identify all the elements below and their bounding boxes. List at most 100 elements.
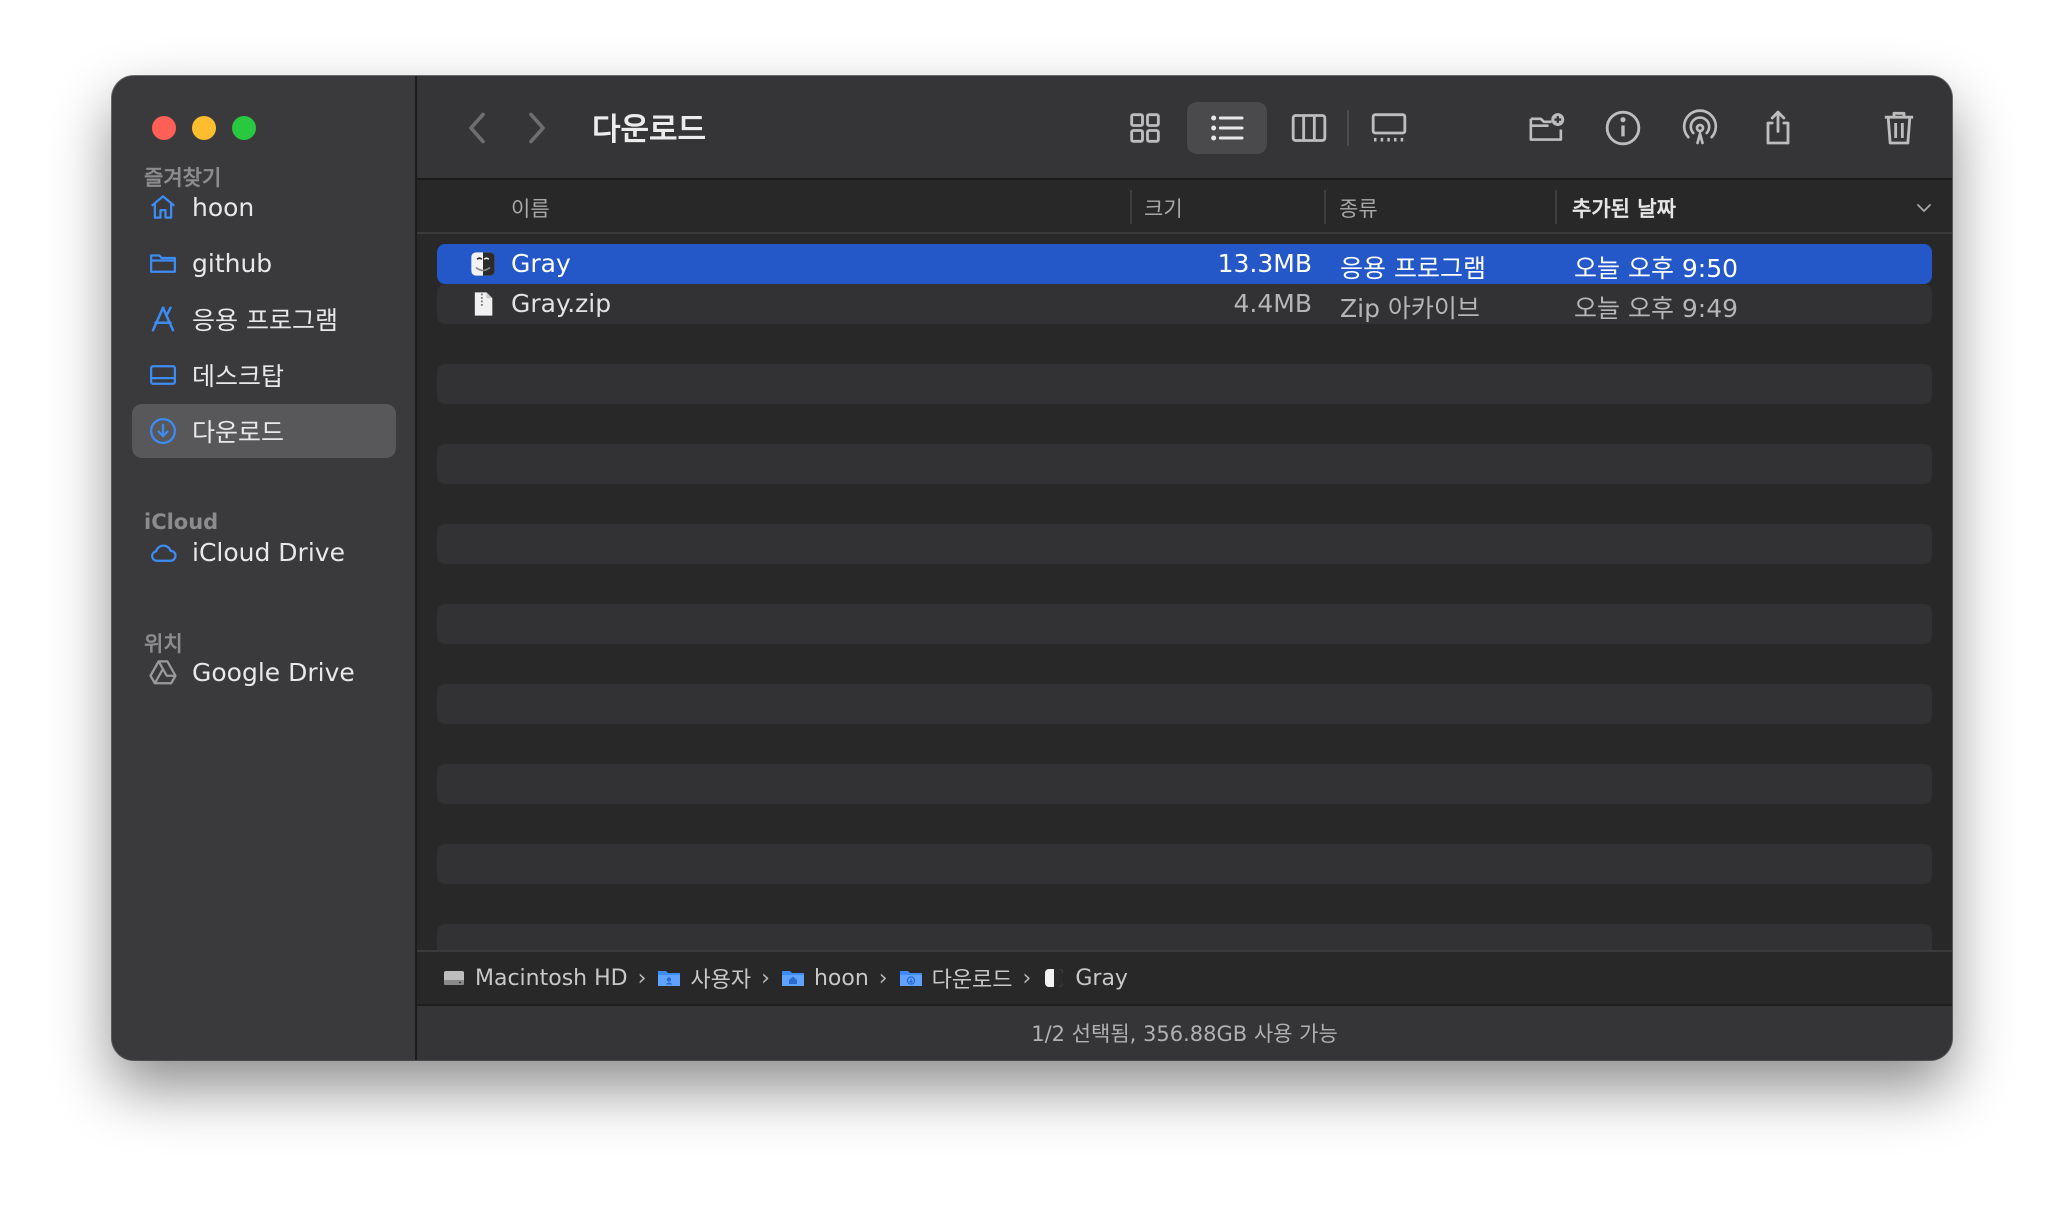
app-icon [471, 252, 495, 276]
sidebar-item-label: 다운로드 [192, 418, 285, 447]
share-icon [1766, 110, 1790, 145]
path-crumb-users[interactable]: 사용자 [656, 962, 751, 994]
sidebar-item-label: Google Drive [192, 657, 355, 687]
path-separator-icon: › [637, 965, 647, 991]
sidebar: 즐겨찾기 hoon github 응용 프로그램 데스크탑 다운로드 iClou… [112, 76, 417, 1060]
sidebar-item-github[interactable]: github [132, 236, 396, 290]
file-row-gray-zip[interactable]: Gray.zip 4.4MB Zip 아카이브 오늘 오후 9:49 [437, 284, 1932, 324]
path-bar: Macintosh HD › 사용자 › hoon › 다운로드 › Gray [417, 950, 1952, 1006]
get-info-button[interactable] [1595, 102, 1651, 154]
app-icon [1045, 969, 1064, 987]
empty-row [437, 444, 1932, 484]
empty-row [437, 764, 1932, 804]
search-button[interactable] [1947, 102, 1952, 154]
path-crumb-label: 사용자 [690, 968, 752, 993]
path-crumb-downloads[interactable]: 다운로드 [898, 962, 1013, 994]
icon-view-button[interactable] [1117, 102, 1173, 154]
sidebar-item-label: 데스크탑 [192, 362, 285, 391]
download-folder-icon [899, 971, 922, 986]
sort-chevron-down-icon[interactable] [1914, 198, 1934, 218]
column-date-added-header[interactable]: 추가된 날짜 [1572, 193, 1676, 223]
close-window-button[interactable] [152, 116, 176, 140]
path-crumb-gray[interactable]: Gray [1041, 966, 1128, 991]
back-button[interactable] [455, 106, 499, 150]
empty-row [437, 484, 1932, 524]
column-name-header[interactable]: 이름 [511, 193, 550, 223]
trash-button[interactable] [1871, 102, 1927, 154]
google-drive-icon [146, 655, 180, 689]
sidebar-item-label: 응용 프로그램 [192, 306, 338, 335]
empty-row [437, 524, 1932, 564]
minimize-window-button[interactable] [192, 116, 216, 140]
file-name: Gray.zip [511, 289, 612, 318]
new-folder-button[interactable] [1517, 102, 1577, 154]
status-text: 1/2 선택됨, 356.88GB 사용 가능 [1031, 1022, 1338, 1046]
file-name: Gray [511, 249, 571, 278]
main-pane: 다운로드 이름 크기 종류 추가된 날짜 Gray 13.3MB 응용 프로그램… [417, 76, 1952, 1060]
finder-window: 즐겨찾기 hoon github 응용 프로그램 데스크탑 다운로드 iClou… [112, 76, 1952, 1060]
home-folder-icon [781, 971, 804, 986]
path-crumb-macintosh-hd[interactable]: Macintosh HD [441, 966, 628, 991]
file-date-added: 오늘 오후 9:49 [1574, 294, 1739, 323]
airdrop-button[interactable] [1672, 102, 1728, 154]
cloud-icon [146, 535, 180, 569]
path-crumb-label: 다운로드 [931, 968, 1013, 993]
forward-button[interactable] [515, 106, 559, 150]
file-kind: Zip 아카이브 [1340, 294, 1480, 323]
path-separator-icon: › [878, 965, 888, 991]
window-title: 다운로드 [592, 112, 707, 148]
column-header: 이름 크기 종류 추가된 날짜 [417, 180, 1952, 234]
status-bar: 1/2 선택됨, 356.88GB 사용 가능 [417, 1006, 1952, 1060]
column-size-header[interactable]: 크기 [1144, 193, 1183, 223]
file-list: Gray 13.3MB 응용 프로그램 오늘 오후 9:50 Gray.zip … [437, 244, 1932, 964]
empty-row [437, 404, 1932, 444]
share-button[interactable] [1750, 102, 1806, 154]
empty-row [437, 644, 1932, 684]
empty-row [437, 604, 1932, 644]
folder-icon [658, 971, 681, 986]
path-crumb-label: Gray [1075, 965, 1128, 991]
file-row-gray[interactable]: Gray 13.3MB 응용 프로그램 오늘 오후 9:50 [437, 244, 1932, 284]
sidebar-item-label: github [192, 248, 273, 278]
empty-row [437, 324, 1932, 364]
sidebar-item-downloads[interactable]: 다운로드 [132, 404, 396, 458]
zoom-window-button[interactable] [232, 116, 256, 140]
column-view-icon [1291, 114, 1327, 142]
empty-row [437, 884, 1932, 924]
icon-view-icon [1130, 113, 1160, 143]
desktop-icon [146, 358, 180, 392]
info-icon [1605, 110, 1641, 146]
file-date-added: 오늘 오후 9:50 [1574, 254, 1739, 283]
empty-row [437, 724, 1932, 764]
applications-icon [146, 302, 180, 336]
path-crumb-label: Macintosh HD [475, 965, 628, 991]
list-view-button[interactable] [1187, 102, 1267, 154]
column-kind-header[interactable]: 종류 [1339, 193, 1378, 223]
empty-row [437, 804, 1932, 844]
path-crumb-hoon[interactable]: hoon [780, 966, 869, 991]
empty-row [437, 684, 1932, 724]
column-view-button[interactable] [1281, 102, 1337, 154]
sidebar-item-desktop[interactable]: 데스크탑 [132, 348, 396, 402]
sidebar-item-google-drive[interactable]: Google Drive [132, 645, 396, 699]
toolbar: 다운로드 [417, 76, 1952, 180]
window-controls [152, 116, 256, 140]
forward-icon [529, 112, 545, 144]
sidebar-item-hoon[interactable]: hoon [132, 180, 396, 234]
path-separator-icon: › [761, 965, 770, 991]
download-icon [146, 414, 180, 448]
empty-row [437, 364, 1932, 404]
empty-row [437, 564, 1932, 604]
trash-icon [1884, 111, 1914, 145]
home-icon [146, 190, 180, 224]
zip-file-icon [474, 292, 493, 316]
disk-icon [444, 971, 464, 985]
empty-row [437, 844, 1932, 884]
airdrop-icon [1682, 109, 1718, 145]
list-view-icon [1211, 115, 1244, 141]
file-kind: 응용 프로그램 [1340, 254, 1486, 283]
sidebar-item-label: iCloud Drive [192, 537, 345, 567]
gallery-view-button[interactable] [1359, 102, 1419, 154]
sidebar-item-icloud-drive[interactable]: iCloud Drive [132, 525, 396, 579]
sidebar-item-applications[interactable]: 응용 프로그램 [132, 292, 396, 346]
